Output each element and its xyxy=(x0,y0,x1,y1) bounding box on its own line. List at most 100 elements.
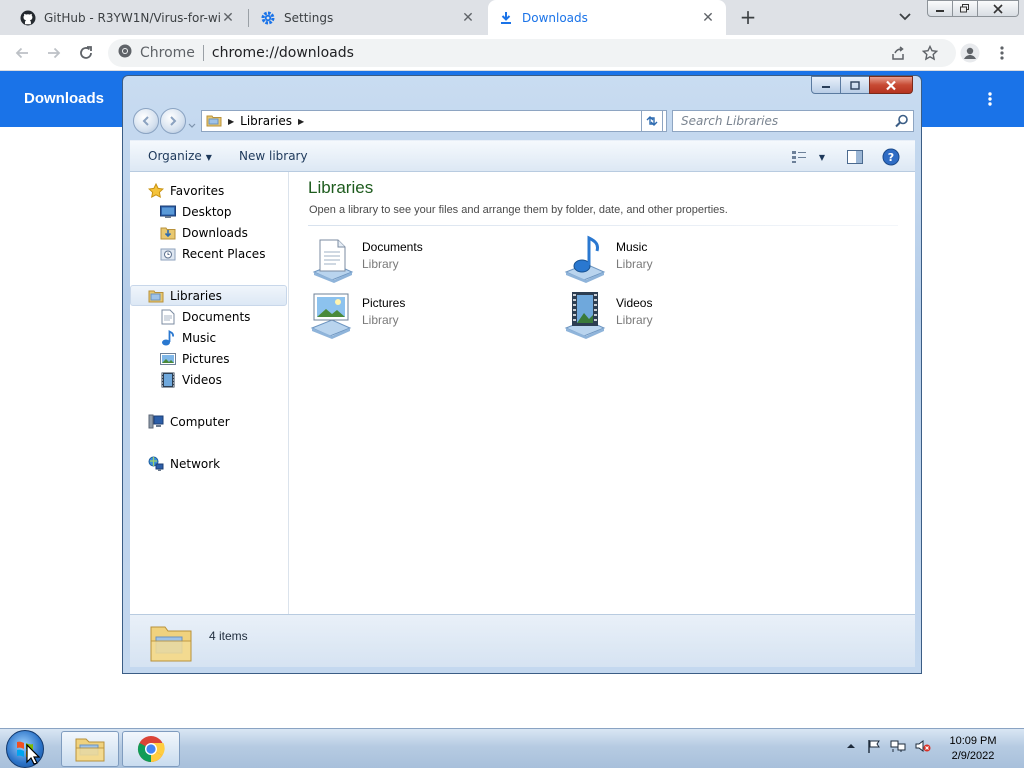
videos-library-icon xyxy=(562,290,612,340)
nav-favorites-label: Favorites xyxy=(170,183,225,198)
library-documents[interactable]: Documents Library xyxy=(308,234,528,284)
nav-libraries[interactable]: Libraries xyxy=(130,285,287,306)
help-icon[interactable]: ? xyxy=(882,148,900,166)
tab-github[interactable]: GitHub - R3YW1N/Virus-for-win ✕ xyxy=(10,0,246,35)
explorer-back-icon[interactable] xyxy=(133,108,159,134)
network-status-icon[interactable] xyxy=(889,737,907,755)
search-icon[interactable] xyxy=(895,114,909,128)
omnibox-site-label: Chrome xyxy=(140,45,195,61)
nav-network-label: Network xyxy=(170,456,221,471)
omnibox-divider xyxy=(202,45,204,61)
taskbar-chrome-button[interactable] xyxy=(122,731,180,767)
breadcrumb-arrow-icon[interactable]: ▶ xyxy=(228,117,234,126)
downloads-more-icon[interactable] xyxy=(978,87,1002,111)
restore-button[interactable] xyxy=(952,0,978,17)
library-pictures-name: Pictures xyxy=(362,296,406,310)
tab-settings-close-icon[interactable]: ✕ xyxy=(460,10,476,26)
music-note-icon xyxy=(160,329,176,346)
nav-recent-places[interactable]: Recent Places xyxy=(130,243,287,264)
search-placeholder: Search Libraries xyxy=(681,114,779,128)
breadcrumb-arrow-icon[interactable]: ▶ xyxy=(298,117,304,126)
explorer-close-button[interactable] xyxy=(869,76,913,94)
github-icon xyxy=(20,10,36,26)
explorer-forward-icon[interactable] xyxy=(160,108,186,134)
explorer-minimize-button[interactable] xyxy=(811,76,841,94)
organize-button[interactable]: Organize ▼ xyxy=(148,149,212,163)
omnibox-url[interactable]: chrome://downloads xyxy=(212,45,354,61)
nav-computer[interactable]: Computer xyxy=(130,411,287,432)
bookmark-star-icon[interactable] xyxy=(918,41,942,65)
explorer-search-input[interactable]: Search Libraries xyxy=(672,110,914,132)
libraries-folder-icon xyxy=(206,113,222,130)
nav-desktop[interactable]: Desktop xyxy=(130,201,287,222)
nav-music[interactable]: Music xyxy=(130,327,287,348)
view-options-icon[interactable] xyxy=(791,148,809,166)
recent-places-icon xyxy=(160,246,176,262)
chrome-icon xyxy=(137,736,165,763)
libraries-large-icon xyxy=(148,619,194,665)
nav-videos-label: Videos xyxy=(182,372,222,387)
nav-network[interactable]: Network xyxy=(130,453,287,474)
documents-icon xyxy=(160,309,176,325)
preview-pane-icon[interactable] xyxy=(846,148,864,166)
tab-github-title: GitHub - R3YW1N/Virus-for-win xyxy=(44,10,220,25)
explorer-maximize-button[interactable] xyxy=(840,76,870,94)
details-pane: 4 items xyxy=(130,614,915,667)
nav-videos[interactable]: Videos xyxy=(130,369,287,390)
library-pictures[interactable]: Pictures Library xyxy=(308,290,528,340)
libraries-icon xyxy=(148,288,164,304)
view-dropdown-icon[interactable]: ▼ xyxy=(813,148,831,166)
tab-downloads-close-icon[interactable]: ✕ xyxy=(700,10,716,26)
minimize-button[interactable] xyxy=(927,0,953,17)
new-library-button[interactable]: New library xyxy=(239,149,308,163)
explorer-navigation-bar: ▶ Libraries ▶ ▼ Search Libraries xyxy=(131,106,915,136)
download-icon xyxy=(498,10,514,26)
nav-favorites[interactable]: Favorites xyxy=(130,180,287,201)
gear-icon xyxy=(260,10,276,26)
mouse-cursor-icon xyxy=(26,744,40,765)
library-documents-name: Documents xyxy=(362,240,423,254)
film-strip-icon xyxy=(160,372,176,388)
tab-downloads[interactable]: Downloads ✕ xyxy=(488,0,726,35)
address-segment-libraries[interactable]: Libraries xyxy=(240,114,292,128)
action-center-flag-icon[interactable] xyxy=(865,737,883,755)
show-hidden-icons-icon[interactable] xyxy=(842,737,860,755)
nav-downloads[interactable]: Downloads xyxy=(130,222,287,243)
tab-github-close-icon[interactable]: ✕ xyxy=(220,10,236,26)
reload-icon[interactable] xyxy=(74,41,98,65)
address-bar[interactable]: ▶ Libraries ▶ ▼ xyxy=(201,110,667,132)
computer-icon xyxy=(148,414,164,430)
command-bar: Organize ▼ New library ▼ ? xyxy=(130,140,915,172)
explorer-refresh-icon[interactable] xyxy=(641,110,663,132)
documents-library-icon xyxy=(308,234,358,284)
profile-avatar-icon[interactable] xyxy=(958,41,982,65)
nav-documents-label: Documents xyxy=(182,309,251,324)
network-icon xyxy=(148,456,164,472)
nav-music-label: Music xyxy=(182,330,217,345)
chevron-down-icon[interactable] xyxy=(896,8,914,26)
omnibox[interactable]: Chrome chrome://downloads xyxy=(108,39,956,67)
system-clock[interactable]: 10:09 PM 2/9/2022 xyxy=(942,734,1004,764)
window-close-button[interactable] xyxy=(977,0,1019,17)
libraries-heading: Libraries xyxy=(308,178,374,197)
share-icon[interactable] xyxy=(886,41,910,65)
downloads-folder-icon xyxy=(160,225,176,241)
browser-menu-icon[interactable] xyxy=(990,41,1014,65)
library-pictures-type: Library xyxy=(362,313,399,327)
nav-pictures[interactable]: Pictures xyxy=(130,348,287,369)
library-music[interactable]: Music Library xyxy=(562,234,782,284)
back-icon[interactable] xyxy=(10,41,34,65)
volume-muted-icon[interactable] xyxy=(914,737,932,755)
nav-desktop-label: Desktop xyxy=(182,204,232,219)
nav-documents[interactable]: Documents xyxy=(130,306,287,327)
new-tab-button[interactable]: + xyxy=(737,5,759,29)
desktop-icon xyxy=(160,204,176,220)
library-videos[interactable]: Videos Library xyxy=(562,290,782,340)
nav-downloads-label: Downloads xyxy=(182,225,248,240)
tab-settings[interactable]: Settings ✕ xyxy=(250,0,486,35)
library-videos-name: Videos xyxy=(616,296,653,310)
recent-pages-chevron-icon[interactable] xyxy=(188,118,196,132)
taskbar-explorer-button[interactable] xyxy=(61,731,119,767)
forward-icon[interactable] xyxy=(42,41,66,65)
pictures-library-icon xyxy=(308,290,358,340)
